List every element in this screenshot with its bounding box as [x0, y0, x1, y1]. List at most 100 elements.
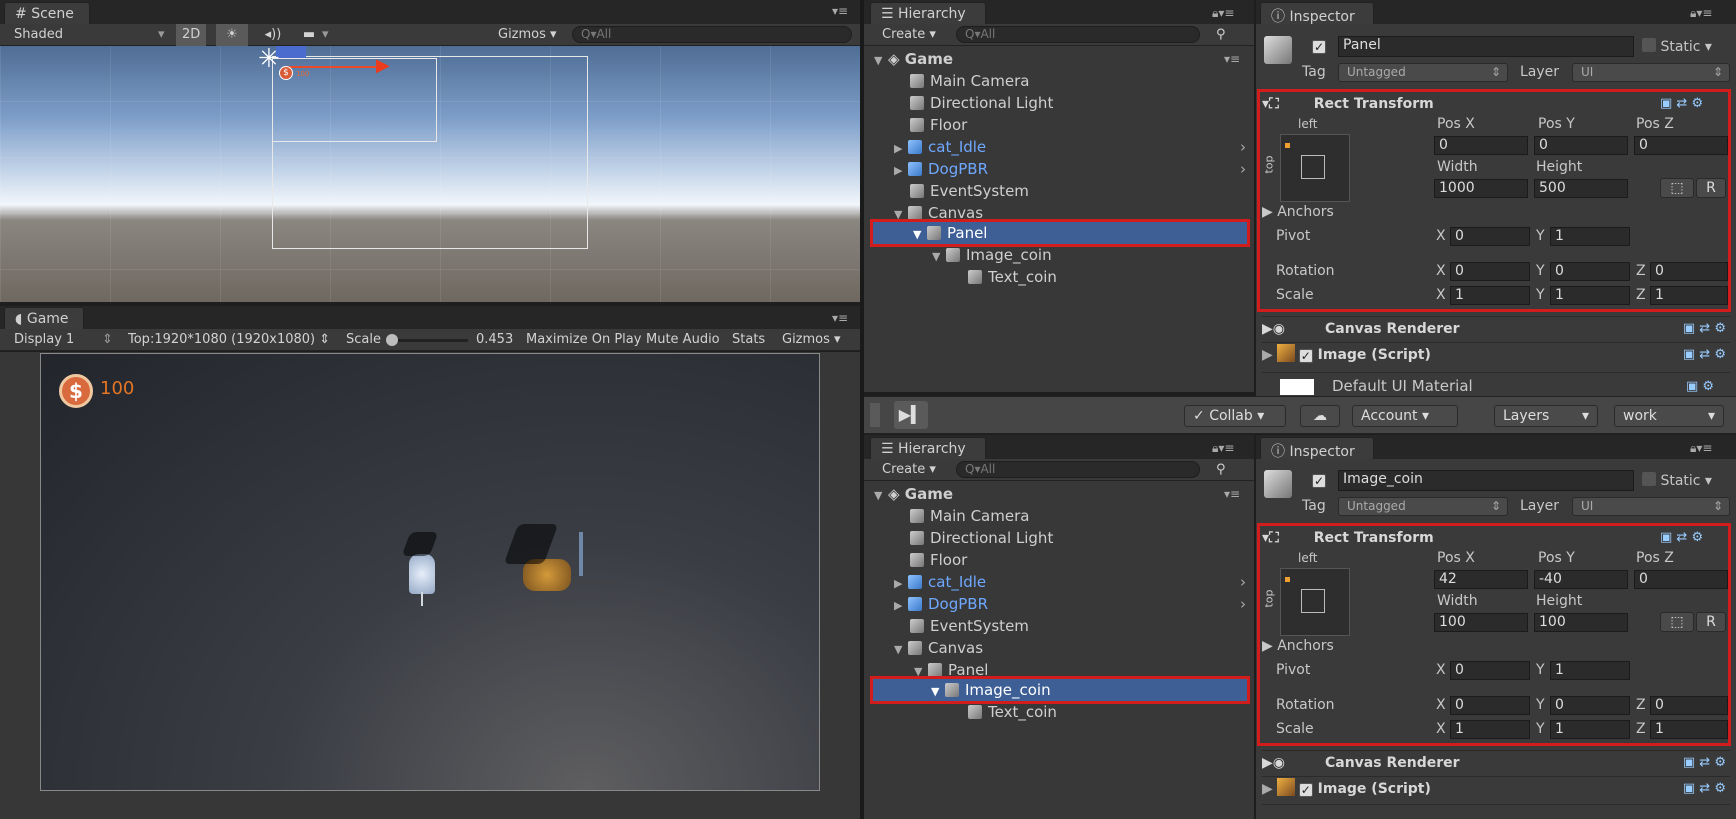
hierarchy-top-tab[interactable]: ☰ Hierarchy: [870, 2, 986, 24]
hierarchy-top-scene-game[interactable]: ▼ ◈ Game: [874, 48, 1246, 70]
scale-slider-track[interactable]: [388, 339, 468, 342]
step-button[interactable]: ▶▍: [894, 401, 928, 429]
hierarchy-top-create-dropdown[interactable]: Create ▾: [882, 24, 936, 46]
inspector-top-rot-x-field[interactable]: 0: [1450, 262, 1530, 281]
hierarchy-bottom-canvas[interactable]: ▼ Canvas: [894, 637, 983, 659]
inspector-bottom-rot-x-field[interactable]: 0: [1450, 696, 1530, 715]
hierarchy-bottom-main-camera[interactable]: Main Camera: [910, 505, 1029, 527]
scale-slider-thumb[interactable]: [386, 334, 398, 346]
inspector-top-rect-transform-header[interactable]: ▾⛶ Rect Transform: [1262, 92, 1434, 116]
hierarchy-top-floor[interactable]: Floor: [910, 114, 967, 136]
lighting-icon[interactable]: ☀: [216, 24, 248, 46]
inspector-top-pivot-y-field[interactable]: 1: [1550, 227, 1630, 246]
material-settings-icon[interactable]: ▣ ⚙: [1686, 379, 1714, 394]
hierarchy-bottom-create-dropdown[interactable]: Create ▾: [882, 459, 936, 481]
inspector-bottom-active-checkbox[interactable]: ✓: [1312, 472, 1326, 488]
layout-dropdown[interactable]: work ▾: [1614, 405, 1724, 427]
gizmos-dropdown[interactable]: Gizmos ▾: [498, 24, 557, 46]
hierarchy-top-scene-icon[interactable]: ⚲: [1216, 24, 1226, 46]
inspector-top-scale-z-field[interactable]: 1: [1650, 286, 1728, 305]
hierarchy-bottom-cat-idle[interactable]: ▶ cat_Idle ›: [894, 571, 1246, 593]
inspector-top-layer-dropdown[interactable]: UI ⇕: [1572, 63, 1730, 82]
hierarchy-top-lock-icon[interactable]: 🔒︎▾≡: [1212, 6, 1234, 21]
inspector-top-active-checkbox[interactable]: ✓: [1312, 38, 1326, 54]
inspector-bottom-posy-field[interactable]: -40: [1534, 570, 1628, 589]
inspector-bottom-layer-dropdown[interactable]: UI ⇕: [1572, 497, 1730, 516]
stats-toggle[interactable]: Stats: [732, 329, 765, 351]
inspector-top-canvas-renderer-header[interactable]: ▶◉ Canvas Renderer ▣ ⇄ ⚙: [1262, 316, 1730, 340]
inspector-bottom-scale-y-field[interactable]: 1: [1550, 720, 1630, 739]
inspector-top-rot-y-field[interactable]: 0: [1550, 262, 1630, 281]
inspector-bottom-rect-transform-header[interactable]: ▾⛶ Rect Transform: [1262, 526, 1434, 550]
hierarchy-bottom-search-input[interactable]: Q▾All: [956, 461, 1200, 478]
inspector-bottom-scale-z-field[interactable]: 1: [1650, 720, 1728, 739]
scene-search-input[interactable]: Q▾All: [572, 26, 852, 43]
hierarchy-top-cat-idle[interactable]: ▶ cat_Idle ›: [894, 136, 1246, 158]
hierarchy-bottom-panel-item[interactable]: ▼ Panel: [914, 659, 988, 681]
hierarchy-bottom-dogpbr[interactable]: ▶ DogPBR ›: [894, 593, 1246, 615]
hierarchy-bottom-floor[interactable]: Floor: [910, 549, 967, 571]
x-axis-arrow-icon[interactable]: ▶: [376, 56, 390, 76]
hierarchy-bottom-directional-light[interactable]: Directional Light: [910, 527, 1053, 549]
hierarchy-bottom-eventsystem[interactable]: EventSystem: [910, 615, 1029, 637]
shading-dropdown[interactable]: Shaded: [14, 24, 63, 46]
scene-viewport[interactable]: ✳ ▶ $ 100: [0, 46, 860, 302]
inspector-bottom-posz-field[interactable]: 0: [1634, 570, 1728, 589]
game-menu-icon[interactable]: ▾≡: [832, 311, 848, 325]
maximize-on-play-toggle[interactable]: Maximize On Play: [524, 329, 641, 351]
panel-divider[interactable]: [860, 0, 864, 819]
inspector-bottom-image-script-header[interactable]: ▶ ✓ Image (Script) ▣ ⇄ ⚙: [1262, 776, 1730, 800]
game-gizmos-dropdown[interactable]: Gizmos ▾: [782, 329, 841, 351]
game-tab[interactable]: ◖ Game: [4, 307, 84, 329]
hierarchy-bottom-scene-game[interactable]: ▼ ◈ Game: [874, 483, 1246, 505]
hierarchy-top-canvas[interactable]: ▼ Canvas: [894, 202, 983, 224]
inspector-bottom-lock-icon[interactable]: 🔒︎▾≡: [1690, 441, 1712, 456]
inspector-top-rect-help-icon[interactable]: ▣ ⇄ ⚙: [1660, 96, 1703, 111]
inspector-bottom-raw-edit-button[interactable]: R: [1696, 612, 1726, 632]
hierarchy-bottom-image-coin-selected[interactable]: ▼ Image_coin: [870, 676, 1250, 704]
inspector-bottom-rot-y-field[interactable]: 0: [1550, 696, 1630, 715]
pause-button-fragment[interactable]: [870, 403, 880, 427]
inspector-top-posx-field[interactable]: 0: [1434, 136, 1528, 155]
account-dropdown[interactable]: Account ▾: [1352, 405, 1458, 427]
hierarchy-bottom-scene-menu-icon[interactable]: ▾≡: [1224, 487, 1240, 501]
hierarchy-top-image-coin[interactable]: ▼ Image_coin: [932, 244, 1052, 266]
scene-tab[interactable]: # Scene: [4, 2, 90, 24]
inspector-top-tab[interactable]: ⓘ Inspector: [1260, 2, 1374, 25]
inspector-top-tag-dropdown[interactable]: Untagged ⇕: [1338, 63, 1508, 82]
hierarchy-top-search-input[interactable]: Q▾All: [956, 26, 1200, 43]
hierarchy-bottom-scene-icon[interactable]: ⚲: [1216, 459, 1226, 481]
inspector-bottom-tag-dropdown[interactable]: Untagged ⇕: [1338, 497, 1508, 516]
inspector-top-scale-x-field[interactable]: 1: [1450, 286, 1530, 305]
inspector-top-material-row[interactable]: Default UI Material ▣ ⚙: [1262, 372, 1730, 396]
game-viewport[interactable]: $ 100: [40, 353, 820, 791]
inspector-top-posy-field[interactable]: 0: [1534, 136, 1628, 155]
audio-icon[interactable]: ◂)): [258, 24, 288, 46]
inspector-top-lock-icon[interactable]: 🔒︎▾≡: [1690, 6, 1712, 21]
display-dropdown[interactable]: Display 1: [14, 329, 74, 351]
hierarchy-top-main-camera[interactable]: Main Camera: [910, 70, 1029, 92]
inspector-bottom-rot-z-field[interactable]: 0: [1650, 696, 1728, 715]
mute-audio-toggle[interactable]: Mute Audio: [646, 329, 720, 351]
inspector-bottom-anchors-foldout[interactable]: ▶ Anchors: [1262, 638, 1334, 654]
x-axis-handle[interactable]: [286, 66, 386, 68]
inspector-top-posz-field[interactable]: 0: [1634, 136, 1728, 155]
hierarchy-top-dogpbr[interactable]: ▶ DogPBR ›: [894, 158, 1246, 180]
camera-gizmo-icon[interactable]: ✳: [258, 46, 280, 72]
hierarchy-top-scene-menu-icon[interactable]: ▾≡: [1224, 52, 1240, 66]
hierarchy-top-text-coin[interactable]: Text_coin: [968, 266, 1057, 288]
resolution-dropdown[interactable]: Top:1920*1080 (1920x1080) ⇕: [128, 329, 330, 351]
inspector-top-scale-y-field[interactable]: 1: [1550, 286, 1630, 305]
inspector-bottom-posx-field[interactable]: 42: [1434, 570, 1528, 589]
inspector-bottom-canvas-renderer-header[interactable]: ▶◉ Canvas Renderer ▣ ⇄ ⚙: [1262, 750, 1730, 774]
inspector-bottom-blueprint-button[interactable]: ⬚: [1660, 612, 1694, 632]
inspector-top-image-script-header[interactable]: ▶ ✓ Image (Script) ▣ ⇄ ⚙: [1262, 342, 1730, 366]
inspector-top-height-field[interactable]: 500: [1534, 179, 1628, 198]
inspector-bottom-rect-help-icon[interactable]: ▣ ⇄ ⚙: [1660, 530, 1703, 545]
inspector-bottom-pivot-x-field[interactable]: 0: [1450, 661, 1530, 680]
hierarchy-top-eventsystem[interactable]: EventSystem: [910, 180, 1029, 202]
inspector-bottom-width-field[interactable]: 100: [1434, 613, 1528, 632]
hierarchy-bottom-lock-icon[interactable]: 🔒︎▾≡: [1212, 441, 1234, 456]
inspector-top-name-field[interactable]: Panel: [1338, 36, 1634, 57]
inspector-bottom-tab[interactable]: ⓘ Inspector: [1260, 437, 1374, 460]
